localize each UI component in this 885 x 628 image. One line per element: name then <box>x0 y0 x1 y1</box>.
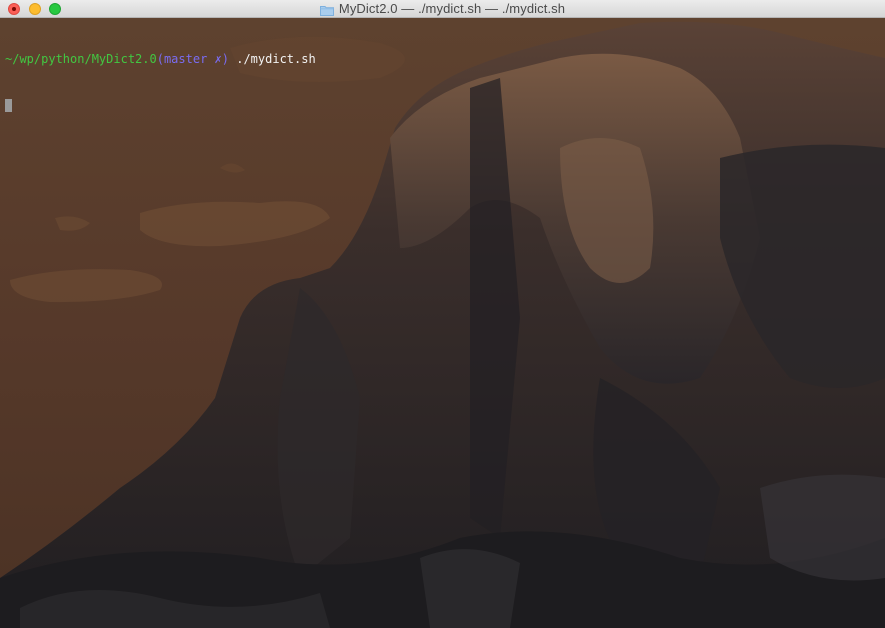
title-bar[interactable]: MyDict2.0 — ./mydict.sh — ./mydict.sh <box>0 0 885 18</box>
prompt-close-paren: ) <box>221 52 229 66</box>
window-title-group: MyDict2.0 — ./mydict.sh — ./mydict.sh <box>0 0 885 17</box>
prompt-path: ~/wp/python/MyDict2.0 <box>5 52 157 66</box>
terminal-cursor[interactable] <box>5 99 12 112</box>
window-title: MyDict2.0 — ./mydict.sh — ./mydict.sh <box>338 1 566 16</box>
prompt-command: ./mydict.sh <box>229 52 316 66</box>
prompt-open-paren: ( <box>156 52 164 66</box>
terminal-view[interactable]: ~/wp/python/MyDict2.0(master ✗) ./mydict… <box>0 18 885 628</box>
cursor-line <box>5 97 316 116</box>
folder-icon <box>319 3 334 16</box>
prompt-dirty-marker: ✗ <box>207 52 222 66</box>
prompt-git-branch: master <box>163 52 208 66</box>
terminal-window: MyDict2.0 — ./mydict.sh — ./mydict.sh ~/… <box>0 0 885 628</box>
prompt-line: ~/wp/python/MyDict2.0(master ✗) ./mydict… <box>5 52 316 67</box>
terminal-output: ~/wp/python/MyDict2.0(master ✗) ./mydict… <box>5 22 316 146</box>
